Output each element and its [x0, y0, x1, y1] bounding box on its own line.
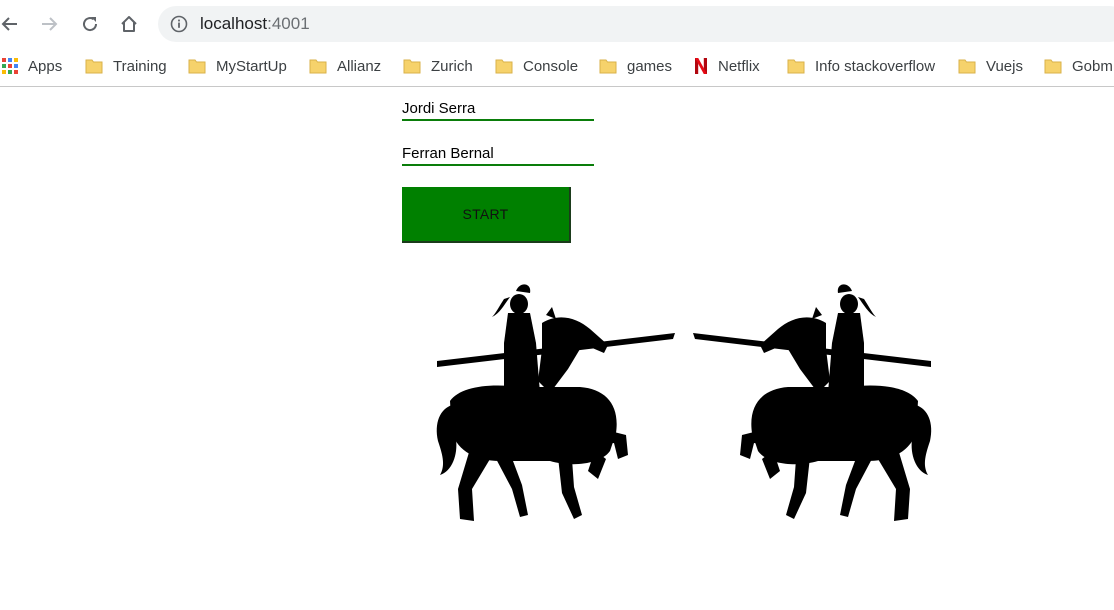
folder-icon — [188, 57, 206, 75]
bookmark-label: Vuejs — [986, 57, 1023, 75]
bookmark-label: Gobm — [1072, 57, 1113, 75]
home-icon — [121, 16, 137, 32]
folder-icon — [309, 57, 327, 75]
bookmark-training[interactable]: Training — [85, 48, 167, 84]
back-button[interactable] — [0, 8, 26, 40]
bookmark-label: Netflix — [718, 57, 760, 75]
bookmark-label: Zurich — [431, 57, 473, 75]
bookmark-apps[interactable]: Apps — [2, 48, 62, 84]
knight-right-image — [693, 284, 932, 521]
netflix-icon — [694, 57, 708, 75]
home-button[interactable] — [113, 8, 145, 40]
bookmark-label: games — [627, 57, 673, 75]
apps-grid-icon — [2, 58, 18, 74]
folder-icon — [787, 57, 805, 75]
start-button[interactable]: START — [402, 187, 571, 243]
forward-arrow-icon — [42, 17, 58, 31]
url-text: localhost:4001 — [200, 14, 310, 34]
forward-button[interactable] — [33, 8, 65, 40]
page-content: START — [0, 87, 1114, 610]
bookmark-netflix[interactable]: Netflix — [694, 48, 760, 84]
folder-icon — [85, 57, 103, 75]
player2-input[interactable] — [402, 142, 594, 166]
bookmark-mystartup[interactable]: MyStartUp — [188, 48, 287, 84]
url-host: localhost — [200, 14, 268, 33]
address-bar[interactable]: localhost:4001 — [158, 6, 1114, 42]
folder-icon — [495, 57, 513, 75]
folder-icon — [958, 57, 976, 75]
bookmark-gobm[interactable]: Gobm — [1044, 48, 1113, 84]
bookmark-games[interactable]: games — [599, 48, 672, 84]
knight-left-image — [436, 284, 675, 521]
player1-input[interactable] — [402, 97, 594, 121]
folder-icon — [403, 57, 421, 75]
back-arrow-icon — [1, 17, 17, 31]
bookmark-vuejs[interactable]: Vuejs — [958, 48, 1023, 84]
folder-icon — [1044, 57, 1062, 75]
bookmark-label: Apps — [28, 57, 63, 75]
bookmark-console[interactable]: Console — [495, 48, 578, 84]
bookmark-label: Console — [523, 57, 579, 75]
bookmark-label: Training — [113, 57, 167, 75]
info-icon[interactable] — [170, 15, 188, 38]
bookmark-label: MyStartUp — [216, 57, 287, 75]
reload-icon — [83, 17, 98, 32]
bookmark-zurich[interactable]: Zurich — [403, 48, 473, 84]
bookmark-label: Allianz — [337, 57, 382, 75]
browser-toolbar: localhost:4001 — [0, 0, 1114, 48]
reload-button[interactable] — [74, 8, 106, 40]
url-port: :4001 — [267, 14, 310, 33]
bookmark-label: Info stackoverflow — [815, 57, 936, 75]
bookmarks-bar: Apps Training MyStartUp Allianz Zurich C… — [0, 48, 1114, 87]
bookmark-info-stackoverflow[interactable]: Info stackoverflow — [787, 48, 935, 84]
bookmark-allianz[interactable]: Allianz — [309, 48, 381, 84]
folder-icon — [599, 57, 617, 75]
